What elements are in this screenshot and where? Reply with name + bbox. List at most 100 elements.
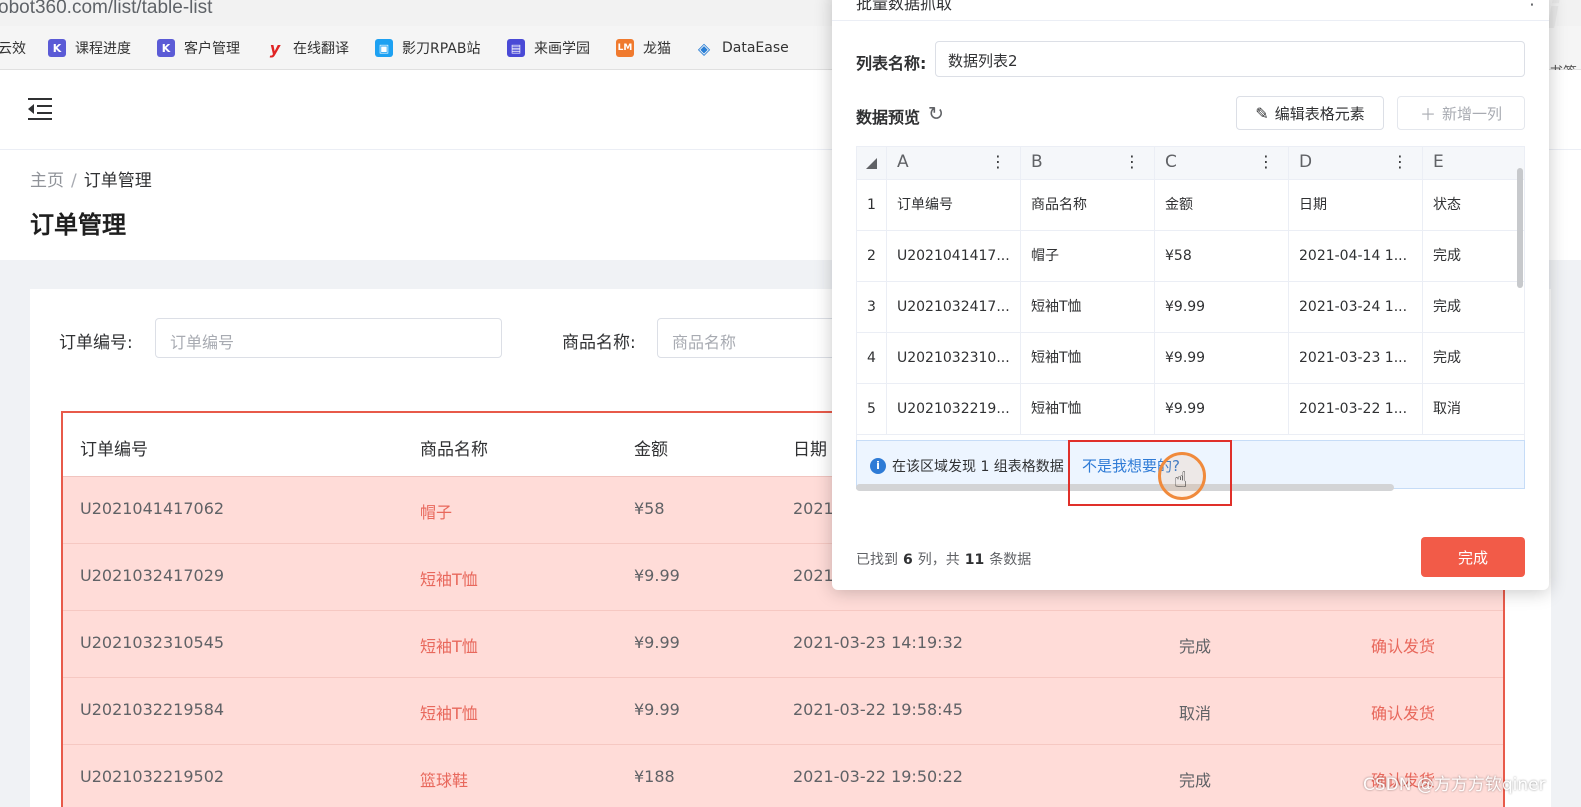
cell-order-id: U2021041417062 [80,499,225,518]
bookmark-bilibili[interactable]: ▣ 影刀RPAB站 [375,37,480,59]
button-label: 编辑表格元素 [1274,104,1365,123]
column-header: 日期 [793,440,827,460]
grid-cell[interactable]: 2021-03-22 1... [1289,384,1423,434]
breadcrumb-current: 订单管理 [83,171,152,191]
cell-amount: ¥188 [634,767,675,786]
column-menu-icon[interactable]: ⋮ [1258,152,1274,171]
grid-cell[interactable]: 完成 [1423,282,1524,332]
cell-product-link[interactable]: 篮球鞋 [420,767,468,791]
product-name-label: 商品名称: [562,333,636,353]
grid-column-header[interactable]: B ⋮ [1021,147,1155,180]
bookmark-online-translate[interactable]: y 在线翻译 [266,37,349,59]
column-menu-icon[interactable]: ⋮ [990,152,1006,171]
cell-status: 取消 [1179,704,1212,723]
annotation-highlight-box [1068,440,1232,506]
grid-cell[interactable]: 完成 [1423,231,1524,281]
row-number: 2 [857,231,887,281]
cell-order-id: U2021032219502 [80,767,225,786]
grid-cell[interactable]: U2021032417... [887,282,1021,332]
column-letter: A [897,152,909,172]
bookmark-customer-management[interactable]: K 客户管理 [157,37,240,59]
grid-column-header[interactable]: C ⋮ [1155,147,1289,180]
grid-cell[interactable]: U2021032310... [887,333,1021,383]
data-preview-grid: A ⋮ B ⋮ C ⋮ D ⋮ E 1 订单编号 商品名称 金额 日期 状态 2 U20… [856,146,1525,441]
product-name-input[interactable]: 商品名称 [657,318,857,358]
bookmark-course-progress[interactable]: K 课程进度 [48,37,131,59]
cell-product-link[interactable]: 短袖T恤 [420,566,478,590]
menu-collapse-icon[interactable] [28,98,52,120]
grid-cell[interactable]: ¥9.99 [1155,333,1289,383]
grid-cell[interactable]: 短袖T恤 [1021,282,1155,332]
confirm-shipment-link[interactable]: 确认发货 [1371,633,1435,657]
select-all-corner[interactable] [857,147,887,180]
grid-column-header[interactable]: E [1423,147,1524,180]
grid-cell[interactable]: 取消 [1423,384,1524,434]
grid-cell[interactable]: 2021-03-23 1... [1289,333,1423,383]
confirm-shipment-link[interactable]: 确认发货 [1371,700,1435,724]
table-row: U2021032310545 短袖T恤 ¥9.99 2021-03-23 14:… [63,611,1503,678]
grid-cell[interactable]: 短袖T恤 [1021,333,1155,383]
bookmark-yunxiao[interactable]: 云效 [0,37,26,59]
grid-row: 3 U2021032417... 短袖T恤 ¥9.99 2021-03-24 1… [857,282,1524,333]
bookmark-laihua[interactable]: ▤ 来画学园 [507,37,590,59]
column-letter: E [1433,152,1444,172]
grid-cell[interactable]: 订单编号 [887,180,1021,230]
bookmark-label: 影刀RPAB站 [402,41,481,57]
column-letter: C [1165,152,1177,172]
edit-table-elements-button[interactable]: ✎ 编辑表格元素 [1236,96,1384,130]
column-menu-icon[interactable]: ⋮ [1392,152,1408,171]
cell-product-link[interactable]: 短袖T恤 [420,700,478,724]
cell-order-id: U2021032310545 [80,633,225,652]
breadcrumb-home[interactable]: 主页 [30,171,64,191]
cell-amount: ¥9.99 [634,566,680,585]
row-number: 5 [857,384,887,434]
refresh-icon[interactable]: ↻ [928,103,944,125]
cell-product-link[interactable]: 帽子 [420,499,452,523]
grid-cell[interactable]: 2021-04-14 1... [1289,231,1423,281]
grid-cell[interactable]: U2021041417... [887,231,1021,281]
dataease-icon: ◈ [697,38,711,58]
summary-prefix: 已找到 [856,552,898,568]
grid-column-header[interactable]: D ⋮ [1289,147,1423,180]
grid-cell[interactable]: 日期 [1289,180,1423,230]
column-header: 订单编号 [80,440,148,460]
edit-icon: ✎ [1255,103,1269,123]
grid-cell[interactable]: 2021-03-24 1... [1289,282,1423,332]
row-number: 1 [857,180,887,230]
more-icon[interactable]: ⋮ [1523,0,1541,9]
bookmark-dataease[interactable]: ◈ DataEase [695,37,789,59]
done-button[interactable]: 完成 [1421,537,1525,577]
column-header: 商品名称 [420,440,488,460]
grid-cell[interactable]: ¥9.99 [1155,384,1289,434]
grid-cell[interactable]: ¥58 [1155,231,1289,281]
order-number-input[interactable]: 订单编号 [155,318,502,358]
column-header: 金额 [634,440,668,460]
grid-cell[interactable]: ¥9.99 [1155,282,1289,332]
bookmark-label: 来画学园 [534,41,590,57]
grid-cell[interactable]: 金额 [1155,180,1289,230]
add-column-button[interactable]: ＋ 新增一列 [1397,96,1525,130]
list-name-input[interactable]: 数据列表2 [935,41,1525,77]
grid-cell[interactable]: 完成 [1423,333,1524,383]
column-menu-icon[interactable]: ⋮ [1124,152,1140,171]
row-count: 11 [964,552,985,568]
cell-product-link[interactable]: 短袖T恤 [420,633,478,657]
notice-text: 在该区域发现 1 组表格数据 [892,459,1064,475]
cell-date: 2021-03-22 19:50:22 [793,767,963,786]
bookmark-label: 课程进度 [75,41,131,57]
grid-cell[interactable]: 状态 [1423,180,1524,230]
grid-cell[interactable]: 商品名称 [1021,180,1155,230]
summary-suffix: 条数据 [989,552,1032,568]
grid-column-header[interactable]: A ⋮ [887,147,1021,180]
grid-cell[interactable]: 帽子 [1021,231,1155,281]
board-icon: ▤ [507,39,525,57]
grid-cell[interactable]: U2021032219... [887,384,1021,434]
page-title: 订单管理 [30,211,126,239]
y-icon: y [269,38,281,58]
cell-amount: ¥58 [634,499,665,518]
grid-cell[interactable]: 短袖T恤 [1021,384,1155,434]
vertical-scrollbar[interactable] [1517,168,1523,288]
hand-cursor-icon: ☝ [1174,468,1188,493]
k-icon: K [48,39,66,57]
bookmark-longmao[interactable]: LM 龙猫 [616,37,671,59]
